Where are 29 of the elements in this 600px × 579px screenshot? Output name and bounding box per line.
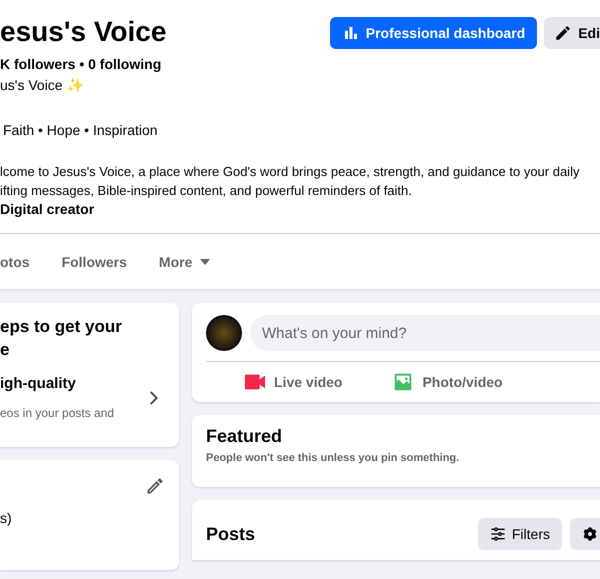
filters-button[interactable]: Filters [478,518,562,550]
step-description: eos in your posts and [0,406,114,420]
card-title: Posts [206,522,256,546]
sliders-icon [490,526,506,542]
category-text: Digital creator [0,200,96,219]
follower-stats: K followers • 0 following [0,56,162,72]
motto: Faith • Hope • Inspiration [3,121,159,140]
card-title: eps to get your e [0,316,123,361]
card-title: Featured [206,425,284,448]
step-title: igh-quality [0,375,77,392]
bio-text: lcome to Jesus's Voice, a place where God's word brings peace, strength, and guidance to your daily ifting messages, Bible-inspired content, and powerful reminders of faith. [0,163,580,200]
settings-button[interactable] [570,518,600,550]
profile-tab[interactable]: Followers [48,234,141,289]
profile-tab[interactable]: More [144,234,224,289]
profile-tab[interactable]: otos [0,234,44,289]
featured-description: People won't see this unless you pin something. [206,452,460,464]
photo-icon [392,371,414,393]
settings-icon [582,526,598,542]
pencil-icon [554,24,572,42]
avatar-logo [206,315,242,351]
dashboard-button[interactable]: Professional dashboard [330,17,538,49]
photo-video-button[interactable]: Photo/video [392,362,503,402]
edit-button[interactable]: Edi [544,17,600,49]
post-input-field[interactable]: What's on your mind? [250,315,600,351]
pencil-icon[interactable] [145,476,165,496]
live-video-button[interactable]: Live video [244,362,342,402]
page-name: esus's Voice [0,15,166,49]
detail-text: s) [0,510,13,526]
tagline: us's Voice ✨ [0,76,84,95]
